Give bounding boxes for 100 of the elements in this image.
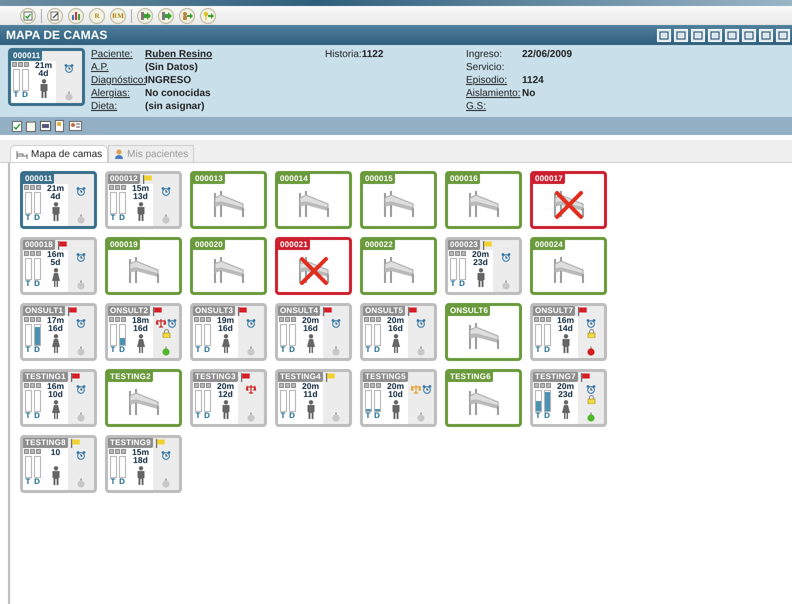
- bar-label: T: [366, 346, 370, 354]
- bed-code: TESTING4: [278, 372, 323, 382]
- bar-label: T: [366, 412, 370, 420]
- bed-tile[interactable]: 000011 T D 21m 4d: [20, 171, 97, 229]
- field-label[interactable]: Dieta:: [91, 100, 145, 113]
- bed-icon: [296, 190, 330, 220]
- bar-label: T: [26, 412, 30, 420]
- bed-code: ONSULT5: [363, 306, 406, 316]
- bed-tile[interactable]: 000023 T D 20m 23d: [445, 237, 522, 295]
- bar-track: [534, 390, 542, 412]
- bed-code: 000011: [11, 51, 42, 61]
- bar-track: [544, 390, 550, 412]
- card-icon[interactable]: [69, 121, 82, 131]
- stay-time: 19m 16d: [216, 316, 234, 332]
- bed-code: TESTING7: [533, 372, 578, 382]
- field-label[interactable]: Paciente:: [91, 48, 145, 61]
- field-label[interactable]: A.P.: [91, 61, 145, 74]
- view-icon[interactable]: [708, 28, 722, 42]
- bed-tile[interactable]: 000018 T D 16m 5d: [20, 237, 97, 295]
- bar-label: T: [280, 412, 286, 420]
- bed-tile[interactable]: ONSULT7 T D 16m 14d: [530, 303, 607, 361]
- field-label[interactable]: G.S:: [466, 100, 522, 113]
- view-icon[interactable]: [776, 28, 790, 42]
- person-icon: [114, 148, 124, 160]
- chart-icon[interactable]: [68, 8, 84, 24]
- bed-tile[interactable]: TESTING3 T D 20m 12d: [190, 369, 267, 427]
- bar-label: T: [450, 280, 456, 288]
- bar-label: D: [204, 412, 210, 420]
- field-value: No: [522, 87, 536, 100]
- field-label[interactable]: Diagnóstico:: [91, 74, 145, 87]
- bed-icon: [126, 256, 160, 286]
- stay-time: 18m 16d: [132, 316, 149, 332]
- view-icon[interactable]: [691, 28, 705, 42]
- check-icon[interactable]: [12, 120, 22, 132]
- bed-tile[interactable]: 000011 T D 21m 4d: [8, 48, 85, 106]
- bed-tile[interactable]: ONSULT1 T D 17m 16d: [20, 303, 97, 361]
- bed-tile[interactable]: 000017: [530, 171, 607, 229]
- bar-label: D: [289, 412, 295, 420]
- bed-icon: [212, 256, 246, 286]
- bar-label: D: [374, 346, 380, 354]
- view-icon[interactable]: [674, 28, 688, 42]
- bed-icon: [552, 256, 586, 286]
- clipboard-icon[interactable]: [26, 120, 36, 132]
- bar-label: T: [536, 412, 540, 420]
- bed-icon: [212, 190, 246, 220]
- stay-time: 20m 11d: [302, 382, 319, 398]
- bar-label: T: [110, 478, 116, 486]
- field-label[interactable]: Episodio:: [466, 74, 522, 87]
- tab[interactable]: Mapa de camas: [10, 145, 108, 162]
- bed-tile[interactable]: TESTING1 T D 16m 10d: [20, 369, 97, 427]
- field-value: Ruben Resino: [145, 48, 212, 61]
- bar-label: D: [374, 412, 380, 420]
- bed-tile[interactable]: ONSULT2 T D 18m 16d: [105, 303, 182, 361]
- bar-label: D: [119, 214, 125, 222]
- bed-tile[interactable]: 000012 T D 15m 13d: [105, 171, 182, 229]
- bed-code: TESTING1: [23, 372, 68, 382]
- view-icon[interactable]: [657, 28, 671, 42]
- bed-tile[interactable]: ONSULT5 T D 20m 16d: [360, 303, 437, 361]
- bed-tile[interactable]: TESTING9 T D 15m 18d: [105, 435, 182, 493]
- bed-tile[interactable]: TESTING4 T D 20m 11d: [275, 369, 352, 427]
- bar-label: D: [34, 478, 40, 486]
- document-icon[interactable]: [55, 120, 65, 132]
- bed-code: TESTING2: [108, 372, 153, 382]
- field-label[interactable]: Alergias:: [91, 87, 145, 100]
- bed-tile[interactable]: ONSULT4 T D 20m 16d: [275, 303, 352, 361]
- view-icon[interactable]: [725, 28, 739, 42]
- check-icon[interactable]: [20, 8, 36, 24]
- bed-tile[interactable]: TESTING8 T D 10: [20, 435, 97, 493]
- bed-tile[interactable]: TESTING7 T D 20m 23d: [530, 369, 607, 427]
- bar-label: D: [119, 478, 125, 486]
- bar-label: D: [204, 346, 210, 354]
- bed-code: 000022: [363, 240, 395, 250]
- bar-label: D: [22, 91, 28, 99]
- bed-icon: [466, 388, 500, 418]
- field-label: Servicio:: [466, 61, 506, 74]
- bed-code: ONSULT4: [278, 306, 320, 316]
- bed-icon: [466, 322, 500, 352]
- bar-label: T: [110, 214, 116, 222]
- bed-tile[interactable]: TESTING5 T D 20m 10d: [360, 369, 437, 427]
- view-icon[interactable]: [742, 28, 756, 42]
- field-label[interactable]: Aislamiento:: [466, 87, 522, 100]
- field-value: 1122: [362, 48, 384, 61]
- bar-track: [34, 324, 40, 346]
- bed-tile[interactable]: 000021: [275, 237, 352, 295]
- edit-icon[interactable]: [47, 8, 63, 24]
- stay-time: 16m 5d: [46, 250, 64, 266]
- bed-code: ONSULT3: [193, 306, 236, 316]
- bar-label: D: [34, 412, 40, 420]
- bed-code: TESTING9: [108, 438, 153, 448]
- stay-time: 17m 16d: [46, 316, 64, 332]
- bar-label: D: [459, 280, 465, 288]
- bar-label: D: [34, 280, 40, 288]
- bed-tile[interactable]: ONSULT3 T D 19m 16d: [190, 303, 267, 361]
- view-icon[interactable]: [759, 28, 773, 42]
- window-icon[interactable]: [40, 121, 51, 131]
- stay-time: 15m 18d: [132, 448, 149, 464]
- bed-code: 000014: [278, 174, 310, 184]
- stay-time: 20m 10d: [386, 382, 404, 398]
- field-value: (Sin Datos): [145, 61, 198, 74]
- field-label: Ingreso:: [466, 48, 504, 61]
